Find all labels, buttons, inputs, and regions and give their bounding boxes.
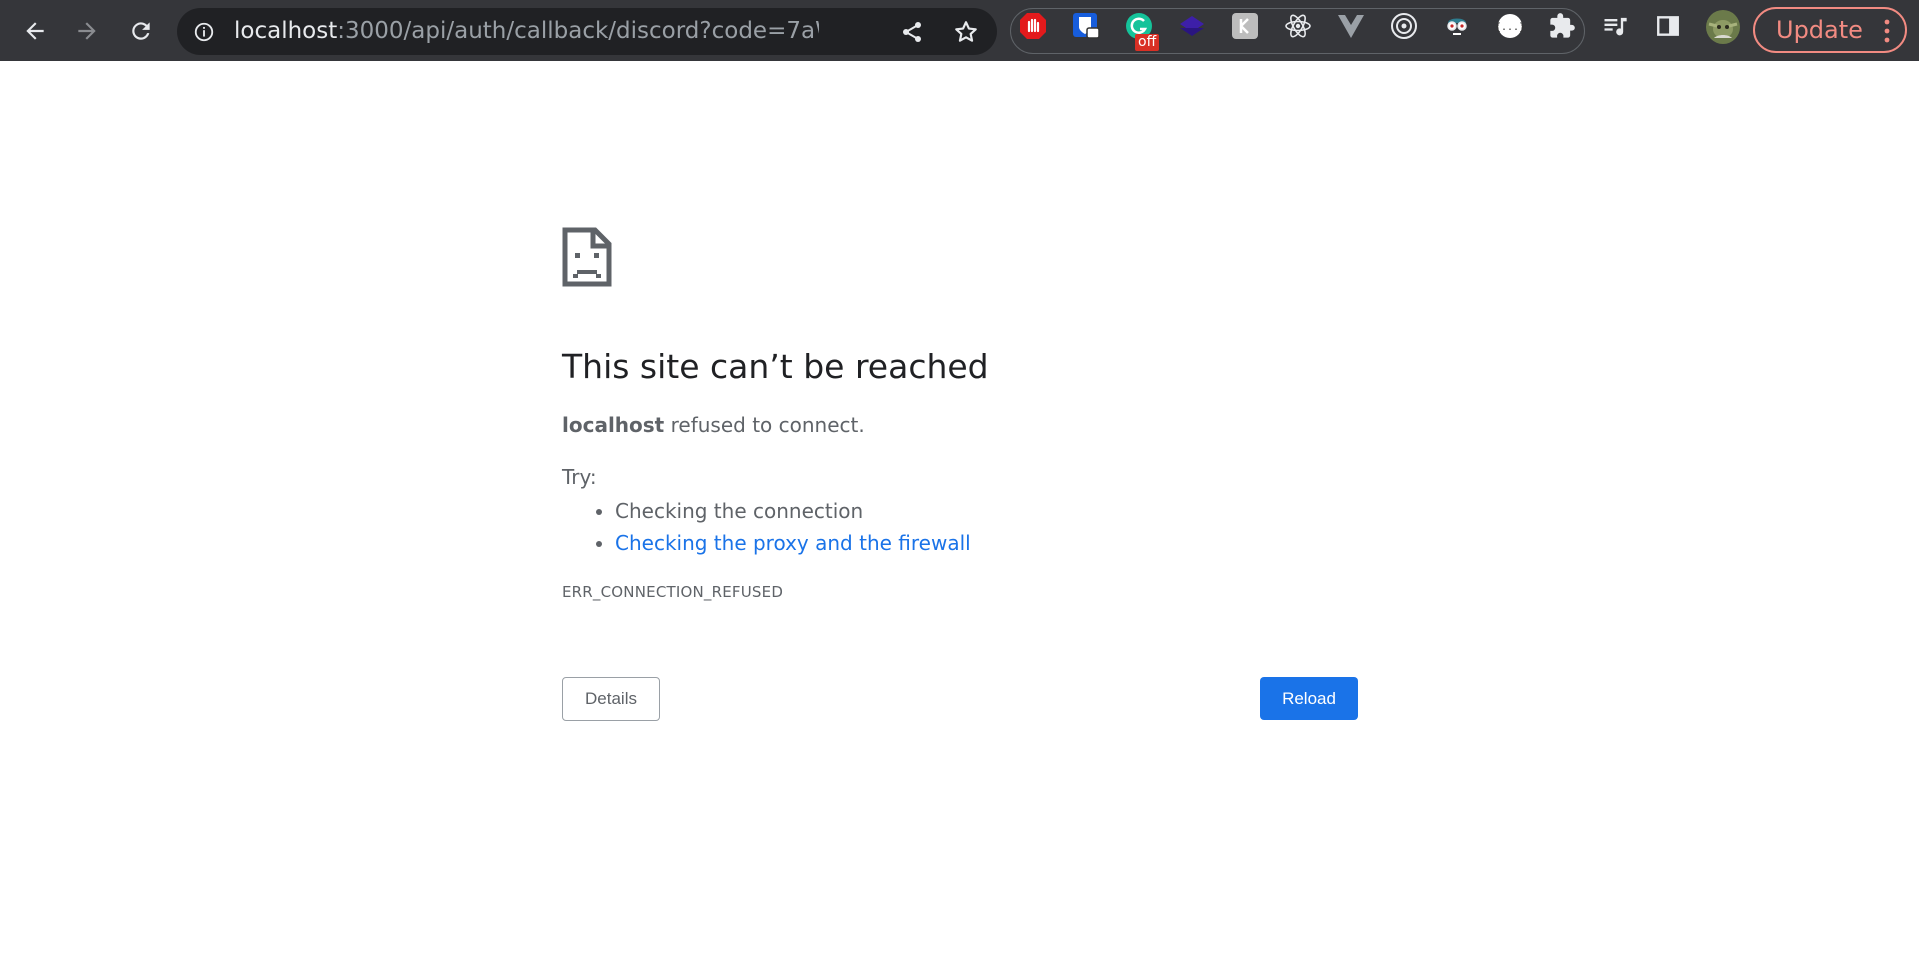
react-devtools-icon[interactable]	[1283, 11, 1313, 41]
target-extension-icon[interactable]	[1389, 11, 1419, 41]
arrow-right-icon	[78, 22, 96, 40]
error-code: ERR_CONNECTION_REFUSED	[562, 583, 784, 601]
details-button[interactable]: Details	[562, 677, 660, 721]
profile-avatar[interactable]	[1706, 10, 1740, 44]
reload-page-button[interactable]	[122, 12, 160, 50]
browser-toolbar: localhost:3000/api/auth/callback/discord…	[0, 0, 1919, 61]
sad-page-icon	[562, 227, 612, 287]
extension-off-badge: off	[1135, 34, 1160, 51]
forward-button[interactable]	[68, 12, 106, 50]
url-text[interactable]: localhost:3000/api/auth/callback/discord…	[234, 8, 819, 55]
bitwarden-lock-icon[interactable]	[1071, 11, 1101, 41]
side-panel-icon[interactable]	[1653, 11, 1683, 41]
arrow-left-icon	[26, 22, 44, 40]
url-path: :3000/api/auth/callback/discord?code=7aW…	[337, 18, 819, 44]
update-label: Update	[1776, 16, 1863, 44]
suggestion-proxy-firewall[interactable]: Checking the proxy and the firewall	[615, 527, 971, 559]
spy-glasses-icon[interactable]	[1442, 11, 1472, 41]
error-message: refused to connect.	[664, 413, 865, 437]
suggestion-list: Checking the connection Checking the pro…	[562, 495, 971, 559]
back-button[interactable]	[16, 12, 54, 50]
url-host: localhost	[234, 18, 338, 44]
address-bar[interactable]: localhost:3000/api/auth/callback/discord…	[177, 8, 997, 55]
layers-extension-icon[interactable]	[1177, 11, 1207, 41]
error-summary: localhost refused to connect.	[562, 413, 865, 437]
proxy-firewall-link[interactable]: Checking the proxy and the firewall	[615, 531, 971, 555]
reading-list-icon[interactable]	[1600, 11, 1630, 41]
keyword-extension-icon[interactable]	[1230, 11, 1260, 41]
refresh-icon	[132, 22, 150, 40]
kebab-menu-icon[interactable]	[1884, 19, 1890, 43]
adblock-hand-icon[interactable]	[1018, 11, 1048, 41]
site-info-icon[interactable]	[191, 19, 217, 45]
vue-devtools-icon[interactable]	[1336, 11, 1366, 41]
bookmark-star-icon[interactable]	[951, 17, 981, 47]
svg-text:{...}: {...}	[1495, 22, 1525, 33]
try-label: Try:	[562, 465, 597, 489]
error-host: localhost	[562, 413, 665, 437]
reload-button[interactable]: Reload	[1260, 677, 1358, 720]
share-icon[interactable]	[897, 17, 927, 47]
puzzle-icon[interactable]	[1547, 11, 1577, 41]
json-viewer-icon[interactable]: {...}	[1495, 11, 1525, 41]
page-title: This site can’t be reached	[562, 347, 989, 386]
update-button[interactable]: Update	[1753, 7, 1907, 53]
suggestion-check-connection: Checking the connection	[615, 495, 971, 527]
